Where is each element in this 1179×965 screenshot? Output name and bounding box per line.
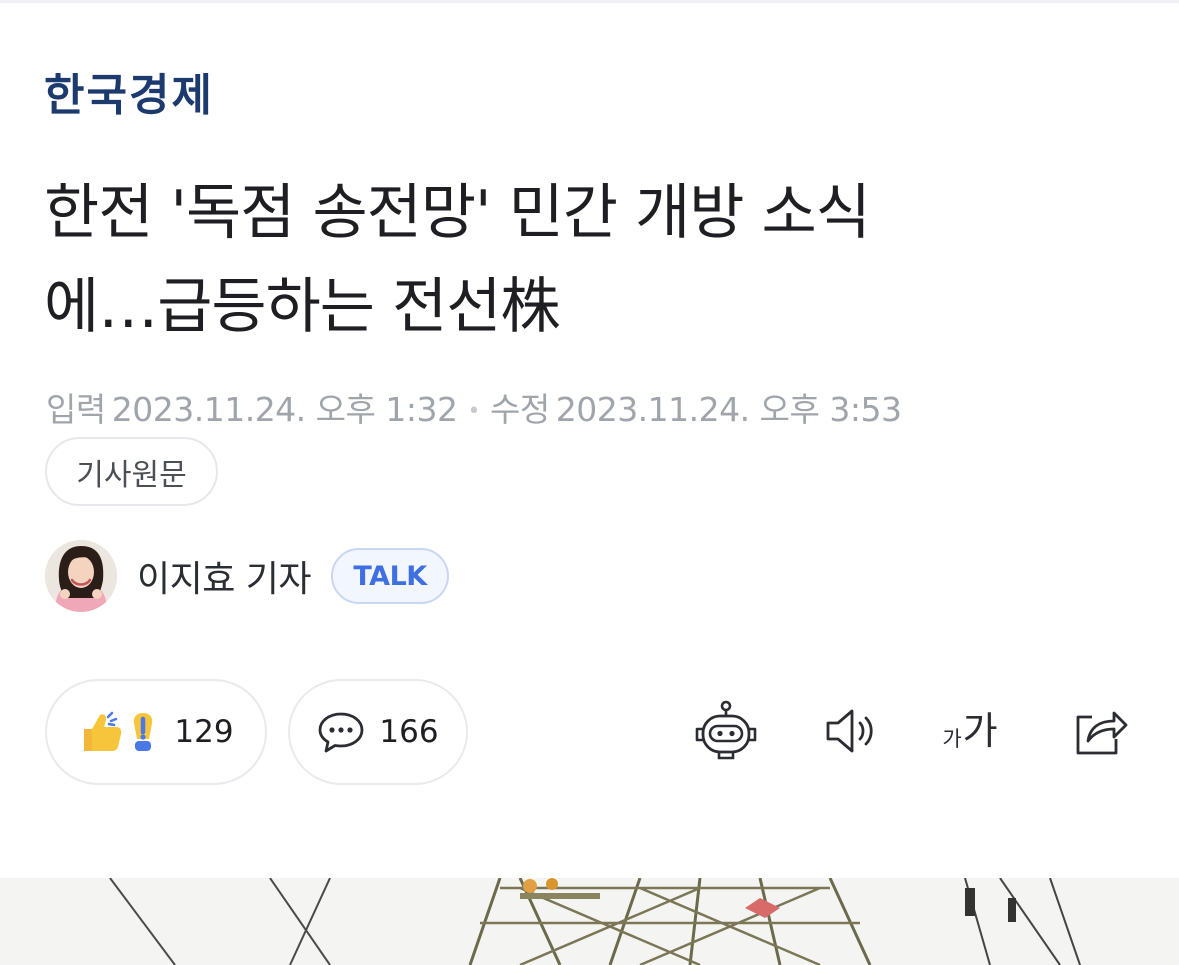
comment-button[interactable]: 166	[288, 679, 468, 785]
font-small-glyph: 가	[942, 727, 962, 751]
article-photo	[0, 878, 1179, 965]
headline-line-1: 한전 '독점 송전망' 민간 개방 소식	[44, 178, 871, 248]
input-label: 입력	[46, 390, 106, 429]
reporter-name[interactable]: 이지효 기자	[137, 550, 312, 602]
article-headline: 한전 '독점 송전망' 민간 개방 소식 에…급등하는 전선株	[44, 166, 1144, 354]
thumbs-up-icon	[78, 709, 124, 755]
original-article-label: 기사원문	[76, 457, 187, 493]
summary-bot-button[interactable]	[690, 695, 762, 767]
separator-dot: •	[467, 398, 480, 424]
font-size-button[interactable]: 가가	[934, 695, 1006, 767]
speaker-icon	[826, 709, 873, 753]
read-aloud-button[interactable]	[814, 695, 886, 767]
reporter-avatar[interactable]	[45, 540, 117, 612]
reporter-photo-icon	[45, 540, 117, 612]
share-button[interactable]	[1062, 695, 1134, 767]
speech-bubble-icon	[317, 709, 365, 755]
article-dates: 입력 2023.11.24. 오후 1:32 • 수정 2023.11.24. 오후 3…	[46, 388, 902, 434]
press-logo[interactable]: 한국경제	[44, 66, 214, 126]
headline-line-2: 에…급등하는 전선株	[44, 272, 560, 342]
share-icon	[1076, 711, 1128, 755]
talk-button[interactable]: TALK	[331, 548, 450, 604]
font-large-glyph: 가	[962, 709, 998, 753]
reporter-row: 이지효 기자 TALK	[45, 540, 450, 612]
comment-count: 166	[379, 714, 439, 750]
top-divider	[0, 0, 1179, 3]
reaction-count: 129	[174, 714, 234, 750]
input-date: 2023.11.24. 오후 1:32	[111, 390, 458, 429]
font-size-icon: 가가	[942, 711, 997, 751]
modified-date: 2023.11.24. 오후 3:53	[555, 390, 902, 429]
exclamation-icon	[126, 709, 160, 755]
modified-label: 수정	[489, 390, 550, 429]
transmission-tower-image	[0, 878, 1179, 965]
reaction-button[interactable]: 129	[45, 679, 267, 785]
talk-label: TALK	[353, 560, 427, 592]
original-article-button[interactable]: 기사원문	[45, 437, 218, 506]
robot-summary-icon	[695, 700, 757, 760]
